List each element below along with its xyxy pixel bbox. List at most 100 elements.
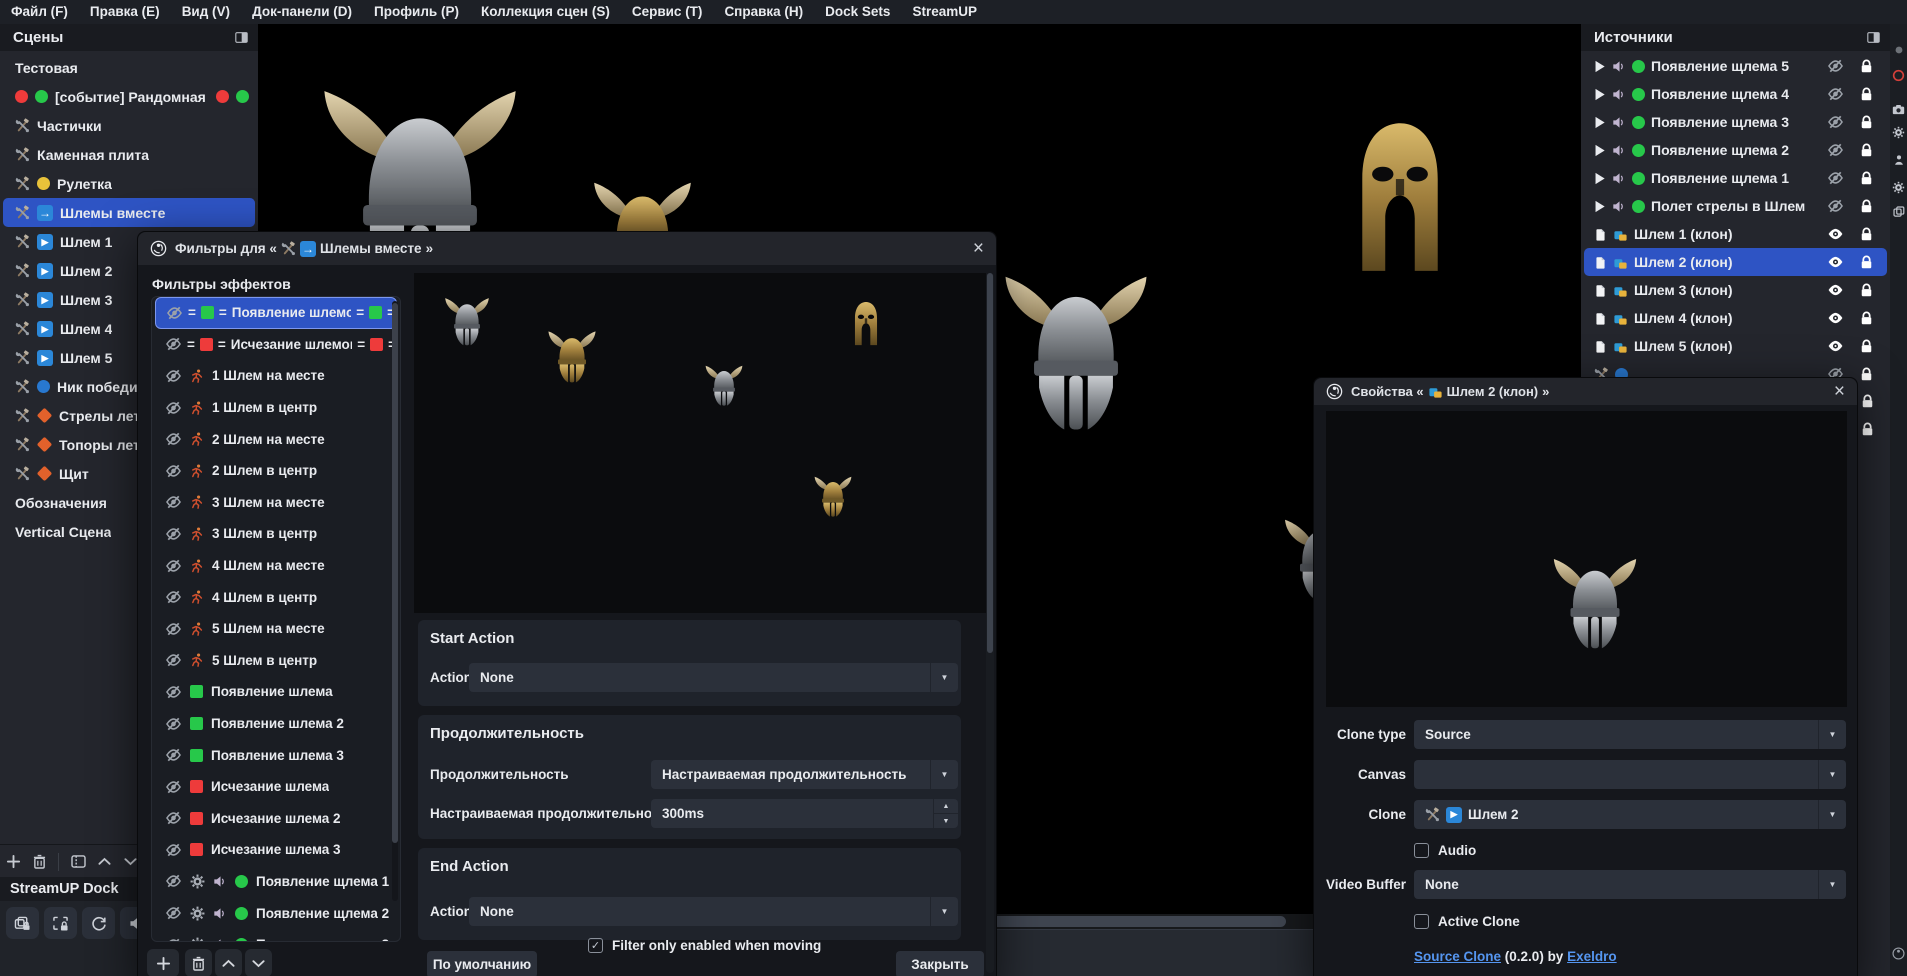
move-filter-up-button[interactable] — [215, 949, 242, 976]
filter-item[interactable]: Исчезание шлема — [155, 771, 397, 803]
eye-off-icon[interactable] — [165, 874, 182, 888]
chevron-up-button[interactable] — [91, 857, 117, 866]
eye-icon[interactable] — [1827, 227, 1844, 241]
lock-icon[interactable] — [1861, 422, 1874, 437]
eye-off-icon[interactable] — [165, 590, 182, 604]
lock-icon[interactable] — [1860, 255, 1873, 270]
lock-icon[interactable] — [1860, 339, 1873, 354]
menu-item[interactable]: Файл (F) — [0, 0, 79, 24]
eye-off-icon[interactable] — [165, 369, 182, 383]
eye-icon[interactable] — [1827, 255, 1844, 269]
eye-off-icon[interactable] — [165, 811, 182, 825]
lock-icon[interactable] — [1860, 143, 1873, 158]
filter-item[interactable]: 1 Шлем в центр — [155, 392, 397, 424]
scrollbar-thumb[interactable] — [392, 303, 398, 843]
filters-dialog-titlebar[interactable]: Фильтры для « → Шлемы вместе» × — [138, 232, 996, 265]
eye-off-icon[interactable] — [1827, 143, 1844, 157]
video-buffer-select[interactable]: None ▼ — [1414, 870, 1846, 899]
scene-item[interactable]: Частички — [3, 111, 255, 140]
source-item[interactable]: Появление щлема 3 — [1584, 108, 1887, 136]
filter-item[interactable]: 5 Шлем на месте — [155, 613, 397, 645]
close-icon[interactable]: × — [1834, 382, 1845, 401]
lock-icon[interactable] — [1860, 311, 1873, 326]
eye-off-icon[interactable] — [165, 653, 182, 667]
plugin-link[interactable]: Source Clone — [1414, 949, 1501, 964]
lock-icon[interactable] — [1860, 227, 1873, 242]
eye-off-icon[interactable] — [1827, 115, 1844, 129]
filter-item[interactable]: Исчезание шлема 2 — [155, 803, 397, 835]
trash-button[interactable] — [26, 854, 52, 869]
filter-item[interactable]: Исчезание шлема 3 — [155, 834, 397, 866]
audio-checkbox-row[interactable]: Audio — [1414, 843, 1476, 858]
clone-type-select[interactable]: Source ▼ — [1414, 720, 1846, 749]
eye-off-icon[interactable] — [165, 748, 182, 762]
menu-item[interactable]: Правка (E) — [79, 0, 171, 24]
lock-icon[interactable] — [1861, 394, 1874, 409]
eye-off-icon[interactable] — [165, 622, 182, 636]
end-action-select[interactable]: None ▼ — [469, 897, 958, 926]
eye-off-icon[interactable] — [165, 906, 182, 920]
defaults-button[interactable]: По умолчанию — [427, 951, 537, 976]
lock-icon[interactable] — [1860, 367, 1873, 382]
active-clone-checkbox-row[interactable]: Active Clone — [1414, 914, 1520, 929]
popout-icon[interactable] — [1867, 32, 1880, 43]
canvas-select[interactable]: ▼ — [1414, 760, 1846, 789]
lock-icon[interactable] — [1860, 171, 1873, 186]
checkbox[interactable] — [1414, 914, 1429, 929]
filter-item[interactable]: 2 Шлем на месте — [155, 423, 397, 455]
eye-icon[interactable] — [1827, 311, 1844, 325]
add-filter-button[interactable] — [147, 949, 179, 976]
eye-off-icon[interactable] — [1827, 87, 1844, 101]
filter-item[interactable]: Появление щлема 3 — [155, 929, 397, 942]
dim-dot-button[interactable] — [1890, 44, 1907, 56]
lock-icon[interactable] — [1860, 59, 1873, 74]
lock-icon[interactable] — [1860, 283, 1873, 298]
eye-off-icon[interactable] — [165, 401, 182, 415]
cam-button[interactable] — [1890, 104, 1907, 115]
eye-off-icon[interactable] — [165, 337, 182, 351]
eye-off-icon[interactable] — [1827, 171, 1844, 185]
filter-item[interactable]: 3 Шлем в центр — [155, 518, 397, 550]
lock-icon[interactable] — [1860, 199, 1873, 214]
source-item[interactable]: Появление щлема 2 — [1584, 136, 1887, 164]
lock-icon[interactable] — [1860, 115, 1873, 130]
frame-lock-button[interactable] — [44, 907, 77, 939]
source-item[interactable]: Шлем 1 (клон) — [1584, 220, 1887, 248]
eye-off-icon[interactable] — [165, 432, 182, 446]
eye-off-icon[interactable] — [1827, 59, 1844, 73]
move-filter-down-button[interactable] — [245, 949, 272, 976]
close-button[interactable]: Закрыть — [896, 951, 984, 976]
eye-off-icon[interactable] — [165, 843, 182, 857]
spin-down-button[interactable]: ▼ — [934, 814, 958, 828]
spin-up-button[interactable]: ▲ — [934, 799, 958, 814]
scene-item[interactable]: Рулетка — [3, 169, 255, 198]
popout-icon[interactable] — [235, 32, 248, 43]
menu-item[interactable]: StreamUP — [901, 0, 988, 24]
menu-item[interactable]: Коллекция сцен (S) — [470, 0, 621, 24]
clone-lock-button[interactable] — [6, 907, 39, 939]
eye-off-icon[interactable] — [166, 306, 183, 320]
author-link[interactable]: Exeldro — [1567, 949, 1617, 964]
record-ring-button[interactable] — [1890, 69, 1907, 82]
moving-filter-checkbox-row[interactable]: ✓ Filter only enabled when moving — [588, 938, 821, 953]
eye-off-icon[interactable] — [165, 780, 182, 794]
clone-select[interactable]: ▶ Шлем 2 ▼ — [1414, 800, 1846, 829]
filter-item[interactable]: Появление щлема 2 — [155, 897, 397, 929]
start-action-select[interactable]: None ▼ — [469, 663, 958, 692]
source-item[interactable]: Шлем 3 (клон) — [1584, 276, 1887, 304]
person-cam-button[interactable] — [1890, 154, 1907, 166]
filter-item[interactable]: 1 Шлем на месте — [155, 360, 397, 392]
filter-item[interactable]: Появление шлема 2 — [155, 708, 397, 740]
properties-dialog-titlebar[interactable]: Свойства « Шлем 2 (клон)» × — [1314, 378, 1857, 405]
eye-off-icon[interactable] — [165, 938, 182, 942]
filter-item[interactable]: 3 Шлем на месте — [155, 487, 397, 519]
lock-icon[interactable] — [1860, 87, 1873, 102]
eye-off-icon[interactable] — [165, 717, 182, 731]
duration-select[interactable]: Настраиваемая продолжительность ▼ — [651, 760, 958, 789]
eye-icon[interactable] — [1827, 339, 1844, 353]
source-item[interactable]: Появление щлема 1 — [1584, 164, 1887, 192]
menu-item[interactable]: Док-панели (D) — [241, 0, 363, 24]
panel-button[interactable] — [65, 855, 91, 868]
menu-item[interactable]: Dock Sets — [814, 0, 901, 24]
filters-dialog-scrollbar[interactable] — [986, 273, 994, 973]
